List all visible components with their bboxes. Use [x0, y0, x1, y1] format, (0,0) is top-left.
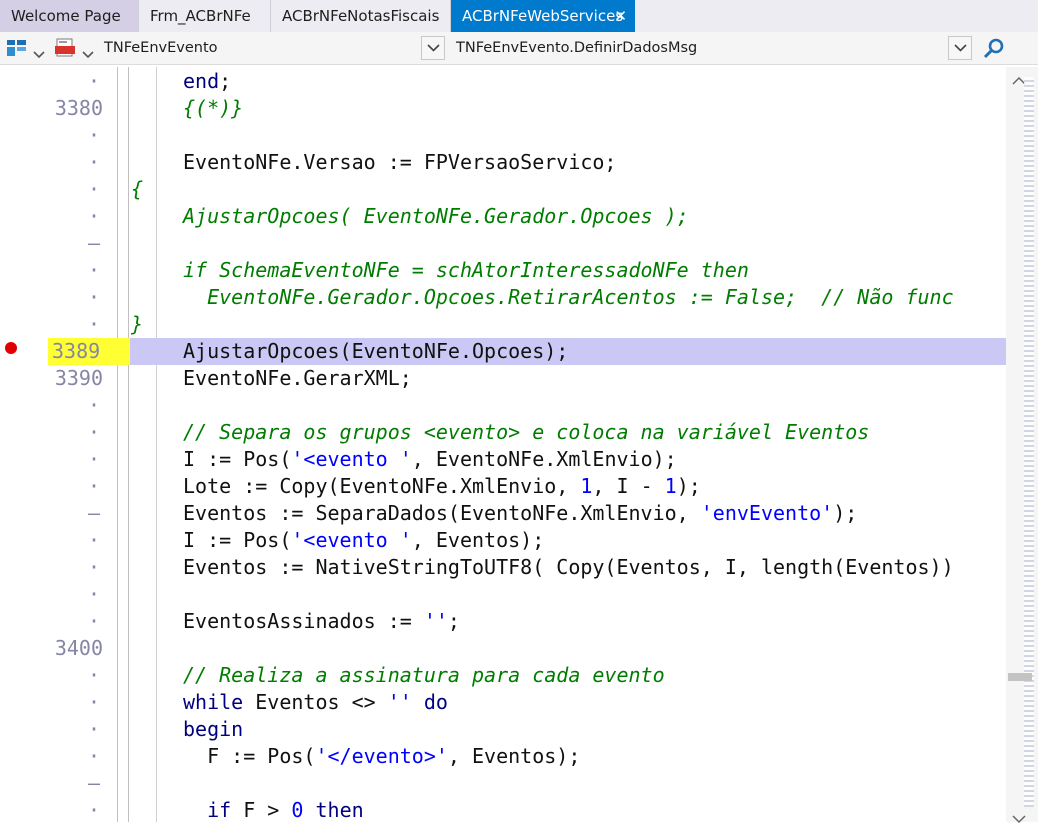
code-line[interactable]: {(*)}	[130, 95, 1006, 122]
line-number: ·	[87, 177, 100, 201]
code-line[interactable]: if SchemaEventoNFe = schAtorInteressadoN…	[130, 257, 1006, 284]
tab-frm-acbrnfe[interactable]: Frm_ACBrNFe	[139, 0, 271, 32]
line-number: ·	[87, 447, 100, 471]
code-line[interactable]: Eventos := SeparaDados(EventoNFe.XmlEnvi…	[130, 500, 1006, 527]
code-line[interactable]	[130, 770, 1006, 797]
line-number: –	[87, 771, 100, 795]
minimap-strip	[1024, 77, 1034, 807]
line-number: ·	[87, 285, 100, 309]
code-line[interactable]: end;	[130, 68, 1006, 95]
code-line[interactable]: {	[130, 176, 1006, 203]
code-line[interactable]: Eventos := NativeStringToUTF8( Copy(Even…	[130, 554, 1006, 581]
line-number: ·	[87, 744, 100, 768]
tab-welcome-page[interactable]: Welcome Page	[0, 0, 139, 32]
tab-label: Frm_ACBrNFe	[150, 7, 251, 25]
code-line[interactable]: while Eventos <> '' do	[130, 689, 1006, 716]
code-line[interactable]	[130, 230, 1006, 257]
line-number: ·	[87, 798, 100, 822]
editor-toolbar: TNFeEnvEvento TNFeEnvEvento.DefinirDados…	[0, 32, 1038, 65]
line-number: ·	[87, 717, 100, 741]
structure-view-icon[interactable]	[6, 38, 28, 58]
tab-acbrnfenotasfiscais[interactable]: ACBrNFeNotasFiscais	[271, 0, 451, 32]
line-number: ·	[87, 663, 100, 687]
close-tab-icon[interactable]: ✕	[614, 0, 627, 32]
code-line[interactable]: Lote := Copy(EventoNFe.XmlEnvio, 1, I - …	[130, 473, 1006, 500]
code-line[interactable]: }	[130, 311, 1006, 338]
line-number: ·	[87, 420, 100, 444]
line-number: 3400	[54, 636, 103, 660]
code-line[interactable]: if F > 0 then	[130, 797, 1006, 822]
vertical-scrollbar[interactable]	[1006, 67, 1038, 824]
line-number: 3389	[48, 338, 130, 365]
method-selector[interactable]: TNFeEnvEvento.DefinirDadosMsg	[456, 36, 936, 60]
line-number: ·	[87, 123, 100, 147]
code-line[interactable]: AjustarOpcoes( EventoNFe.Gerador.Opcoes …	[130, 203, 1006, 230]
line-number: ·	[87, 204, 100, 228]
line-number: ·	[87, 69, 100, 93]
line-number: ·	[87, 582, 100, 606]
chevron-down-icon	[427, 44, 440, 52]
code-line[interactable]: EventosAssinados := '';	[130, 608, 1006, 635]
line-number: –	[87, 231, 100, 255]
file-icon[interactable]	[54, 37, 78, 63]
tab-label: Welcome Page	[11, 7, 121, 25]
code-line[interactable]: EventoNFe.Gerador.Opcoes.RetirarAcentos …	[130, 284, 1006, 311]
code-line[interactable]: I := Pos('<evento ', Eventos);	[130, 527, 1006, 554]
chevron-down-icon[interactable]	[33, 44, 45, 63]
scroll-thumb[interactable]	[1008, 673, 1032, 681]
line-number: ·	[87, 312, 100, 336]
tab-acbrnfewebservices[interactable]: ACBrNFeWebServices ✕	[451, 0, 635, 32]
code-line[interactable]: AjustarOpcoes(EventoNFe.Opcoes);	[130, 338, 1006, 365]
line-number: ·	[87, 555, 100, 579]
tab-label: ACBrNFeWebServices	[462, 7, 624, 25]
line-number: ·	[87, 609, 100, 633]
line-number: 3390	[54, 366, 103, 390]
breakpoint-icon[interactable]	[5, 342, 17, 354]
line-number: ·	[87, 258, 100, 282]
code-line[interactable]: I := Pos('<evento ', EventoNFe.XmlEnvio)…	[130, 446, 1006, 473]
method-selector-dropdown[interactable]	[948, 36, 972, 60]
code-line[interactable]	[130, 581, 1006, 608]
code-line[interactable]: // Separa os grupos <evento> e coloca na…	[130, 419, 1006, 446]
code-line[interactable]: begin	[130, 716, 1006, 743]
tab-label: ACBrNFeNotasFiscais	[282, 7, 440, 25]
code-line[interactable]: F := Pos('</evento>', Eventos);	[130, 743, 1006, 770]
code-line[interactable]	[130, 392, 1006, 419]
scroll-down-icon[interactable]	[1012, 809, 1026, 828]
line-number: ·	[87, 474, 100, 498]
line-number: 3380	[54, 96, 103, 120]
tab-bar: Welcome Page Frm_ACBrNFe ACBrNFeNotasFis…	[0, 0, 1038, 32]
line-number: ·	[87, 393, 100, 417]
line-number: ·	[87, 528, 100, 552]
code-line[interactable]: // Realiza a assinatura para cada evento	[130, 662, 1006, 689]
class-selector-dropdown[interactable]	[421, 36, 445, 60]
code-editor[interactable]: · end; 3380 {(*)} · · EventoNFe.Versao := FPVe…	[0, 67, 1038, 822]
code-line[interactable]: EventoNFe.GerarXML;	[130, 365, 1006, 392]
chevron-down-icon	[954, 44, 967, 52]
class-selector[interactable]: TNFeEnvEvento	[104, 36, 414, 60]
chevron-down-icon[interactable]	[82, 44, 94, 63]
code-line[interactable]	[130, 122, 1006, 149]
line-number: –	[87, 501, 100, 525]
code-line[interactable]	[130, 635, 1006, 662]
search-icon[interactable]	[982, 37, 1006, 65]
code-line[interactable]: EventoNFe.Versao := FPVersaoServico;	[130, 149, 1006, 176]
line-number: ·	[87, 150, 100, 174]
line-number: ·	[87, 690, 100, 714]
